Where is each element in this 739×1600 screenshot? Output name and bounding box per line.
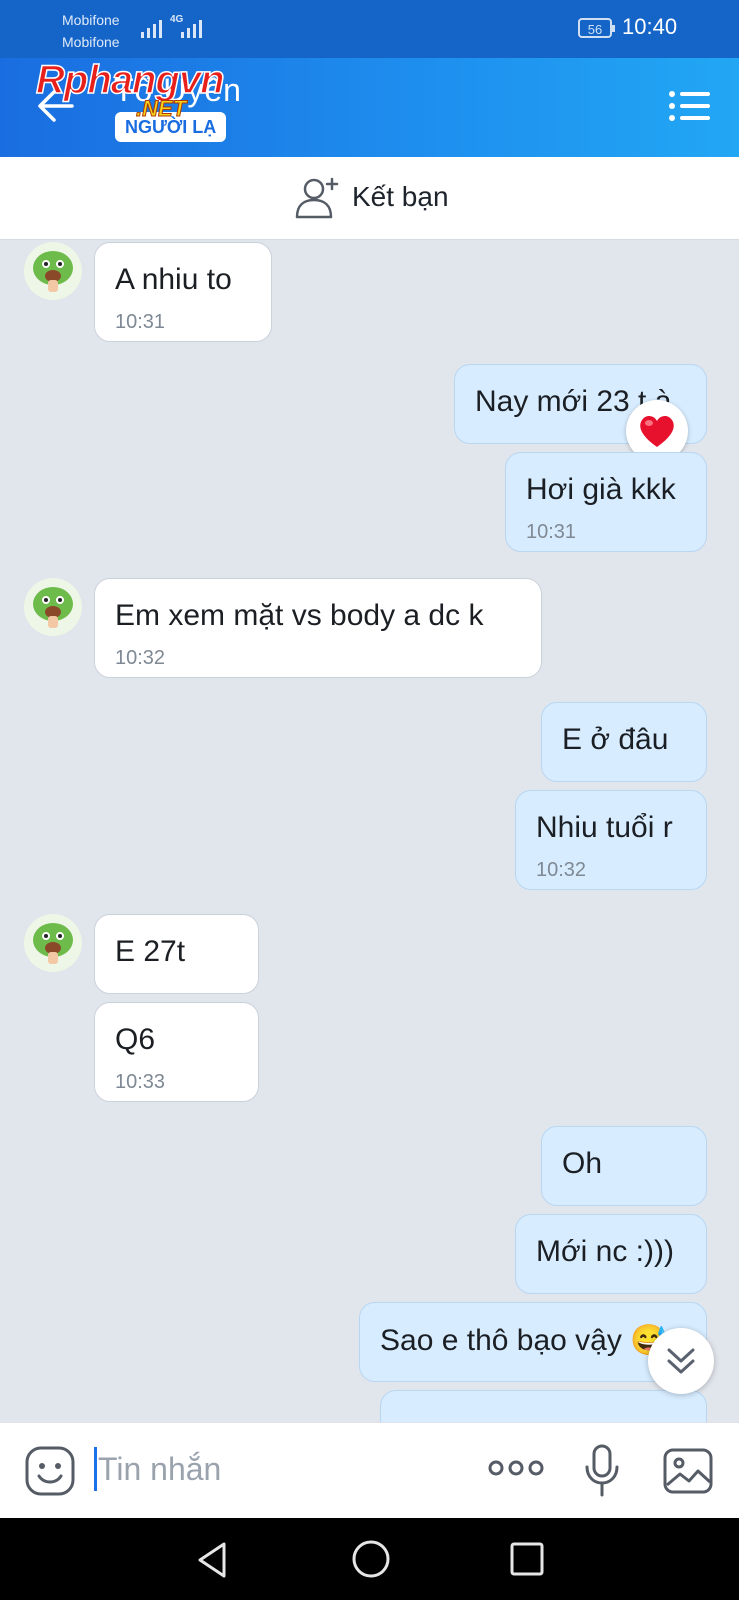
hamburger-menu-icon[interactable] <box>668 88 712 124</box>
watermark-logo-text: Rphangvn <box>35 57 225 103</box>
message-time: 10:32 <box>536 859 587 881</box>
watermark-logo-suffix: .NET <box>135 96 187 122</box>
status-time: 10:40 <box>622 14 678 39</box>
watermark-logo: Rphangvn .NET <box>35 57 266 128</box>
message-bubble-outgoing[interactable]: Nhiu tuổi r 10:32 <box>515 790 707 890</box>
message-bubble-incoming[interactable]: A nhiu to 10:31 <box>94 242 272 342</box>
message-text: Em xem mặt vs body a dc k <box>115 599 484 632</box>
contact-avatar[interactable] <box>24 242 82 300</box>
message-text: A nhiu to <box>115 263 232 296</box>
message-bubble-outgoing[interactable]: Hơi già kkk 10:31 <box>505 452 707 552</box>
system-navigation-bar <box>0 1518 739 1600</box>
message-text: Oh <box>562 1147 603 1180</box>
message-bubble-outgoing-partial[interactable] <box>380 1390 707 1422</box>
message-text: Sao e thô bạo vậy 😅 <box>380 1324 668 1357</box>
dinosaur-avatar-icon <box>24 578 82 636</box>
message-text: Q6 <box>115 1023 156 1056</box>
message-bubble-outgoing[interactable]: E ở đâu <box>541 702 707 782</box>
message-composer <box>0 1422 739 1519</box>
scroll-to-bottom-button[interactable] <box>648 1328 714 1394</box>
carrier-1: Mobifone <box>62 12 120 28</box>
battery-indicator: 56 <box>578 18 615 38</box>
add-friend-bar[interactable]: Kết bạn <box>0 157 739 240</box>
message-list[interactable]: A nhiu to 10:31 Nay mới 23 t à Hơi già k… <box>0 240 739 1422</box>
nav-back-icon[interactable] <box>192 1538 236 1582</box>
status-bar: Mobifone Mobifone 4G 56 10:40 <box>0 0 739 58</box>
message-bubble-outgoing[interactable]: Mới nc :))) <box>515 1214 707 1294</box>
message-text: E ở đâu <box>562 723 669 756</box>
double-chevron-down-icon <box>667 1348 695 1374</box>
add-friend-label[interactable]: Kết bạn <box>352 181 449 213</box>
carrier-2: Mobifone <box>62 34 120 50</box>
message-text: Mới nc :))) <box>536 1235 674 1268</box>
contact-avatar[interactable] <box>24 578 82 636</box>
message-time: 10:33 <box>115 1071 166 1093</box>
message-time: 10:32 <box>115 647 166 669</box>
message-text: Hơi già kkk <box>526 473 676 506</box>
carrier-labels: Mobifone Mobifone <box>62 9 120 53</box>
add-person-icon[interactable] <box>294 175 342 219</box>
message-input[interactable] <box>98 1441 468 1497</box>
message-bubble-incoming[interactable]: E 27t <box>94 914 259 994</box>
sticker-smile-icon[interactable] <box>24 1445 76 1497</box>
text-cursor <box>94 1447 97 1491</box>
message-text: E 27t <box>115 935 186 968</box>
contact-avatar[interactable] <box>24 914 82 972</box>
chat-header: Tố Uyên NGƯỜI LẠ Rphangvn .NET <box>0 57 739 157</box>
more-dots-icon[interactable] <box>488 1453 544 1483</box>
message-bubble-incoming[interactable]: Em xem mặt vs body a dc k 10:32 <box>94 578 542 678</box>
nav-recents-icon[interactable] <box>508 1540 546 1578</box>
microphone-icon[interactable] <box>582 1443 622 1499</box>
dinosaur-avatar-icon <box>24 914 82 972</box>
message-bubble-outgoing[interactable]: Oh <box>541 1126 707 1206</box>
message-text: Nhiu tuổi r <box>536 811 673 844</box>
dinosaur-avatar-icon <box>24 242 82 300</box>
message-bubble-incoming[interactable]: Q6 10:33 <box>94 1002 259 1102</box>
message-time: 10:31 <box>526 521 577 543</box>
image-icon[interactable] <box>662 1447 714 1495</box>
signal-icon-2 <box>181 20 202 38</box>
nav-home-icon[interactable] <box>350 1538 392 1580</box>
message-time: 10:31 <box>115 311 166 333</box>
signal-icon <box>141 20 162 38</box>
